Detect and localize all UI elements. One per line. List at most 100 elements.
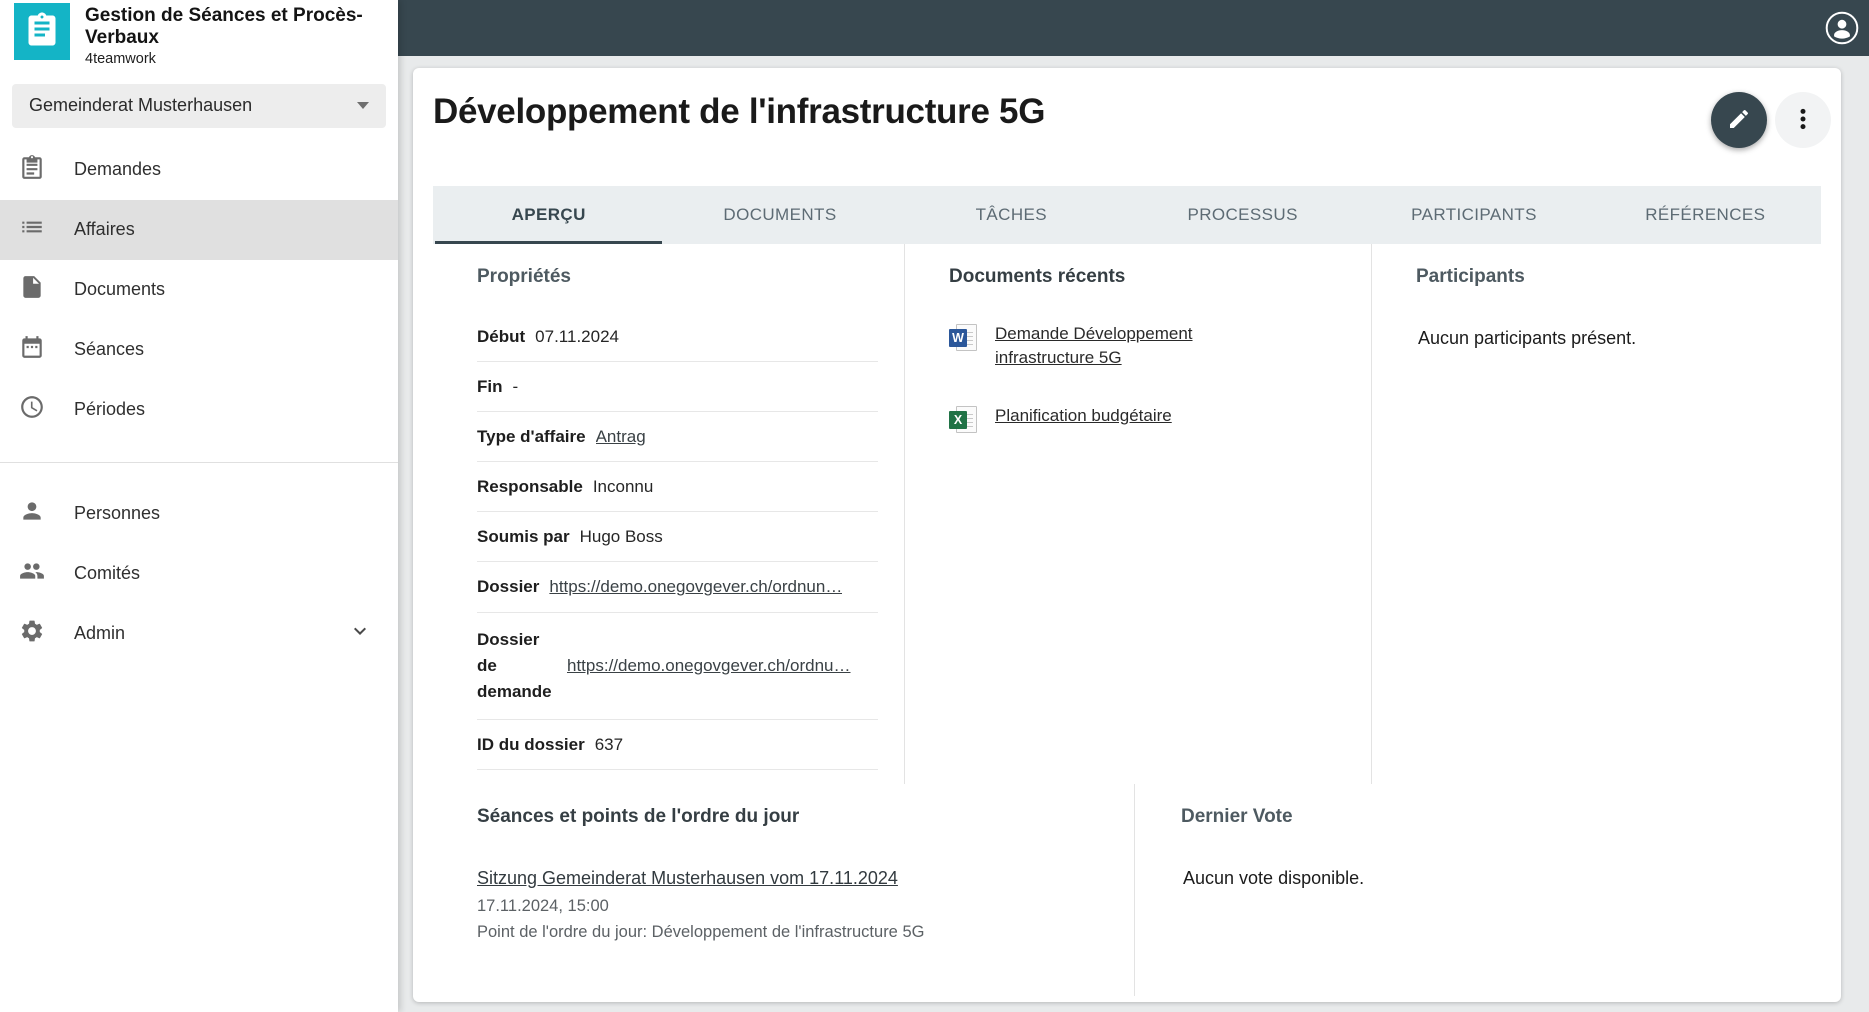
tab-documents[interactable]: DOCUMENTS: [664, 186, 895, 244]
sidebar-item-label: Demandes: [74, 159, 162, 180]
property-row-soumis-par: Soumis par Hugo Boss: [477, 512, 878, 563]
person-icon: [19, 498, 45, 529]
property-row-id-dossier: ID du dossier 637: [477, 720, 878, 770]
sidebar-menu: Demandes Affaires Documents Séances Péri…: [0, 140, 398, 664]
tab-participants[interactable]: PARTICIPANTS: [1358, 186, 1589, 244]
sidebar-item-label: Séances: [74, 339, 145, 360]
chevron-down-icon: [357, 102, 369, 110]
document-link-excel[interactable]: Planification budgétaire: [995, 404, 1172, 428]
sidebar-item-label: Personnes: [74, 503, 161, 524]
committee-selector-value: Gemeinderat Musterhausen: [29, 95, 253, 116]
property-row-responsable: Responsable Inconnu: [477, 462, 878, 513]
pencil-icon: [1727, 107, 1751, 134]
property-value: Hugo Boss: [579, 527, 663, 547]
document-icon: [19, 274, 45, 305]
property-label: ID du dossier: [477, 734, 585, 754]
last-vote-empty-text: Aucun vote disponible.: [1183, 868, 1365, 888]
word-file-icon: W: [949, 324, 979, 353]
document-item-word: W Demande Développement infrastructure 5…: [949, 322, 1261, 370]
sidebar-item-label: Admin: [74, 623, 126, 644]
property-label: Dossier: [477, 577, 540, 597]
property-value: 637: [594, 734, 624, 754]
properties-heading: Propriétés: [477, 266, 571, 287]
tab-apercu[interactable]: APERÇU: [433, 186, 664, 244]
recent-documents-section: Documents récents W Demande Développemen…: [905, 244, 1372, 784]
document-link-word[interactable]: Demande Développement infrastructure 5G: [995, 322, 1261, 370]
property-row-dossier-demande: Dossier de demande https://demo.onegovge…: [477, 613, 878, 720]
sidebar-item-admin[interactable]: Admin: [0, 604, 398, 664]
property-value: 07.11.2024: [535, 327, 619, 346]
more-vert-icon: [1790, 106, 1816, 135]
sidebar-item-label: Affaires: [74, 219, 135, 240]
tab-references[interactable]: RÉFÉRENCES: [1590, 186, 1821, 244]
property-link-antrag[interactable]: Antrag: [596, 426, 646, 448]
property-link-dossier[interactable]: https://demo.onegovgever.ch/ordnun…: [549, 576, 842, 598]
main-content: Développement de l'infrastructure 5G APE…: [398, 56, 1869, 1012]
app-subtitle: 4teamwork: [85, 50, 156, 67]
edit-button[interactable]: [1711, 92, 1767, 148]
app-logo: [14, 3, 70, 60]
sidebar-item-label: Périodes: [74, 399, 146, 420]
app-brand-text: Gestion de Séances et Procès-Verbaux 4te…: [85, 2, 365, 67]
overview-bottom-row: Séances et points de l'ordre du jour Sit…: [433, 784, 1821, 996]
meeting-link[interactable]: Sitzung Gemeinderat Musterhausen vom 17.…: [477, 868, 898, 889]
sidebar-item-personnes[interactable]: Personnes: [0, 484, 398, 544]
sidebar-item-affaires[interactable]: Affaires: [0, 199, 398, 260]
overview-top-row: Propriétés Début 07.11.2024 Fin - Type d…: [433, 244, 1821, 784]
property-label: Fin: [477, 377, 503, 397]
last-vote-section: Dernier Vote Aucun vote disponible.: [1134, 784, 1821, 996]
document-item-excel: X Planification budgétaire: [949, 404, 1261, 435]
gear-icon: [19, 618, 45, 649]
sidebar-item-comites[interactable]: Comités: [0, 544, 398, 604]
user-avatar-button[interactable]: [1825, 11, 1859, 45]
committee-selector[interactable]: Gemeinderat Musterhausen: [12, 83, 386, 128]
property-value: -: [512, 377, 519, 397]
chevron-down-icon: [348, 619, 372, 648]
property-row-dossier: Dossier https://demo.onegovgever.ch/ordn…: [477, 562, 878, 613]
property-link-dossier-demande[interactable]: https://demo.onegovgever.ch/ordnu…: [567, 655, 851, 677]
sidebar-item-label: Comités: [74, 563, 141, 584]
property-row-fin: Fin -: [477, 362, 878, 413]
page-title: Développement de l'infrastructure 5G: [433, 92, 1046, 131]
more-menu-button[interactable]: [1775, 92, 1831, 148]
topbar: [398, 0, 1869, 56]
property-label: Soumis par: [477, 527, 570, 547]
meetings-section: Séances et points de l'ordre du jour Sit…: [433, 784, 1134, 996]
property-label: Dossier de demande: [477, 629, 552, 702]
participants-section: Participants Aucun participants présent.: [1372, 244, 1821, 784]
property-label: Responsable: [477, 477, 583, 497]
recent-documents-heading: Documents récents: [949, 266, 1126, 287]
tab-processus[interactable]: PROCESSUS: [1127, 186, 1358, 244]
clock-icon: [19, 394, 45, 425]
app-title: Gestion de Séances et Procès-Verbaux: [85, 5, 363, 49]
meeting-agenda-item: Point de l'ordre du jour: Développement …: [477, 922, 925, 941]
clipboard-logo-icon: [24, 11, 60, 52]
tab-bar: APERÇU DOCUMENTS TÂCHES PROCESSUS PARTIC…: [433, 186, 1821, 244]
meetings-heading: Séances et points de l'ordre du jour: [477, 806, 800, 827]
sidebar-item-seances[interactable]: Séances: [0, 320, 398, 380]
sidebar-item-label: Documents: [74, 279, 166, 300]
property-label: Type d'affaire: [477, 427, 586, 447]
sidebar-divider: [0, 461, 398, 463]
property-label: Début: [477, 327, 526, 346]
properties-section: Propriétés Début 07.11.2024 Fin - Type d…: [433, 244, 905, 784]
calendar-icon: [19, 334, 45, 365]
tab-taches[interactable]: TÂCHES: [896, 186, 1127, 244]
group-icon: [19, 558, 45, 589]
property-value: Inconnu: [592, 477, 654, 497]
user-avatar-icon: [1825, 11, 1859, 48]
sidebar-item-documents[interactable]: Documents: [0, 260, 398, 320]
property-row-debut: Début 07.11.2024: [477, 312, 878, 363]
properties-table: Début 07.11.2024 Fin - Type d'affaire An…: [477, 312, 878, 770]
sidebar-item-demandes[interactable]: Demandes: [0, 140, 398, 200]
property-row-type-affaire: Type d'affaire Antrag: [477, 412, 878, 463]
excel-file-icon: X: [949, 405, 979, 435]
list-icon: [19, 214, 45, 245]
last-vote-heading: Dernier Vote: [1181, 806, 1293, 827]
meeting-datetime: 17.11.2024, 15:00: [477, 897, 609, 915]
clipboard-icon: [19, 154, 45, 185]
affair-card: Développement de l'infrastructure 5G APE…: [413, 68, 1841, 1002]
sidebar-item-periodes[interactable]: Périodes: [0, 380, 398, 440]
participants-heading: Participants: [1416, 266, 1525, 287]
participants-empty-text: Aucun participants présent.: [1418, 328, 1637, 348]
